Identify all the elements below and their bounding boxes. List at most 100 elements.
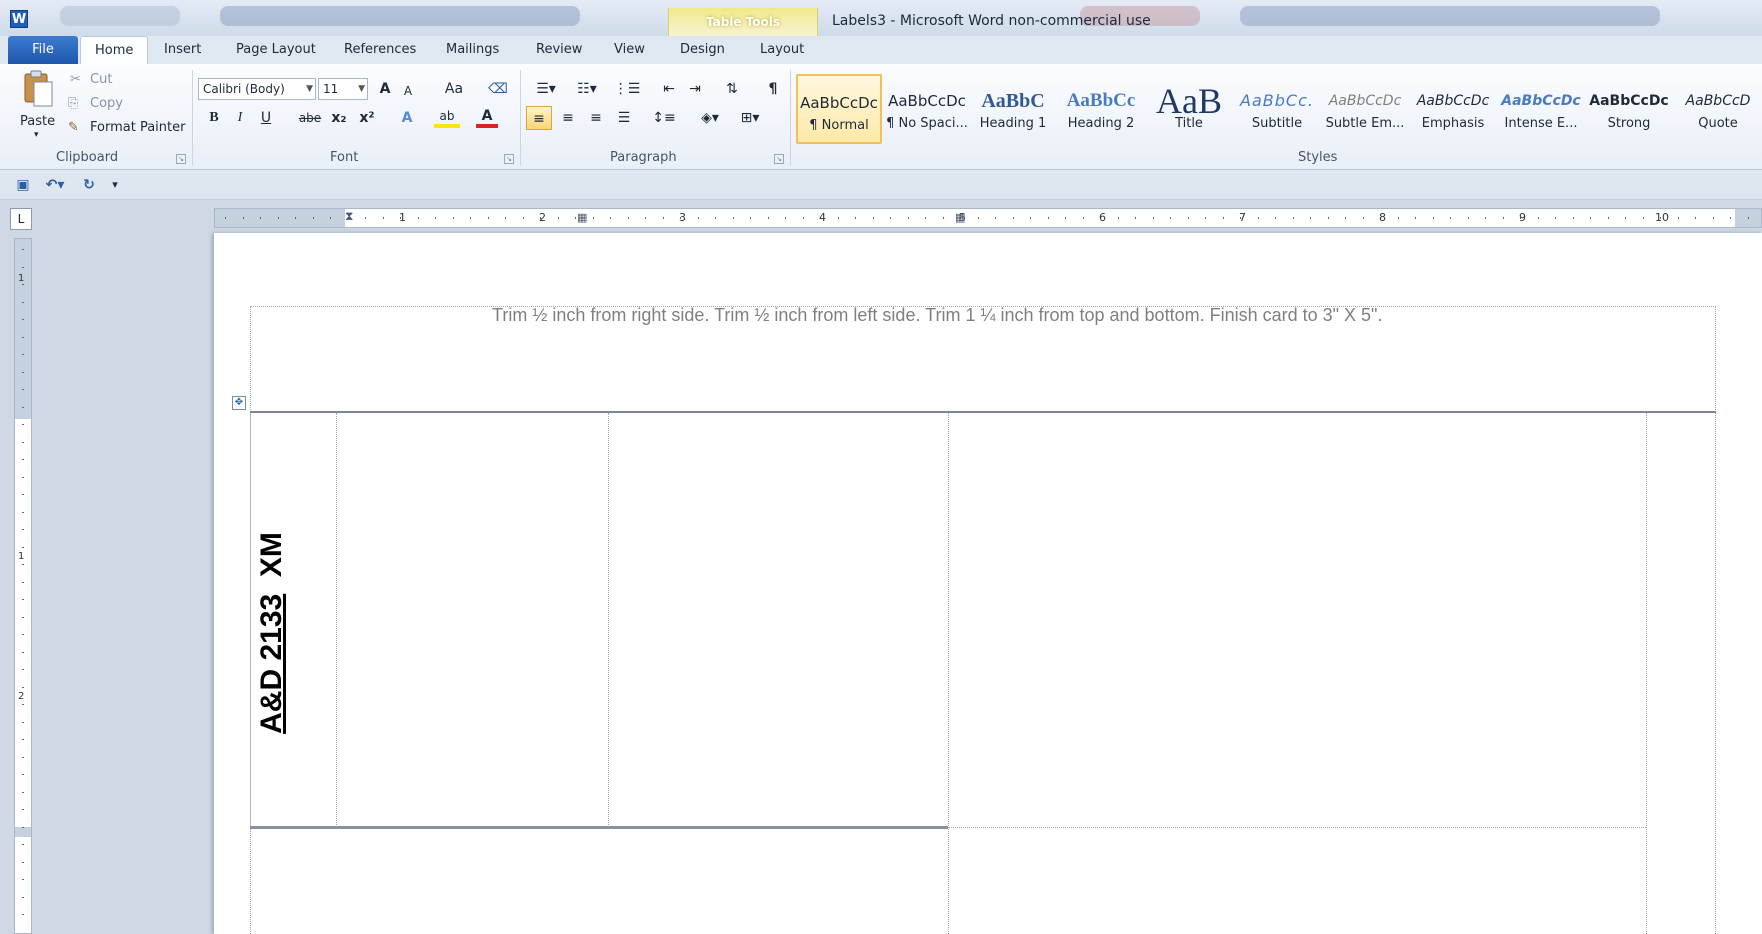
- show-formatting-button[interactable]: ¶: [762, 77, 784, 101]
- tab-insert[interactable]: Insert: [164, 36, 201, 64]
- table-column-marker-icon[interactable]: ▦: [577, 211, 587, 224]
- table-move-handle-icon[interactable]: ✥: [232, 396, 246, 410]
- tab-file[interactable]: File: [8, 36, 78, 64]
- ruler-tick: [1485, 217, 1486, 219]
- ruler-tick: [785, 217, 786, 219]
- grow-font-button[interactable]: A: [374, 77, 396, 101]
- superscript-button[interactable]: x²: [356, 106, 378, 130]
- ruler-tick: [22, 756, 24, 758]
- style-name: Subtitle: [1251, 116, 1303, 131]
- ruler-tick: [505, 217, 506, 219]
- tab-references[interactable]: References: [344, 36, 416, 64]
- increase-indent-icon[interactable]: ⇥: [684, 77, 706, 101]
- bullets-icon[interactable]: ☰▾: [530, 77, 562, 101]
- ruler-tick: [942, 217, 944, 219]
- save-icon[interactable]: ▣: [12, 173, 34, 197]
- strikethrough-button[interactable]: abe: [296, 106, 324, 130]
- vertical-ruler[interactable]: 1 1 2: [14, 238, 32, 934]
- style-intense-emphasis[interactable]: AaBbCcDc Intense E...: [1498, 74, 1584, 144]
- align-left-icon[interactable]: ≡: [526, 106, 552, 130]
- first-line-indent-marker-icon[interactable]: ⧗: [345, 209, 353, 224]
- ruler-tick: [1502, 217, 1504, 219]
- style-heading-2[interactable]: AaBbCc Heading 2: [1058, 74, 1144, 144]
- ruler-tick: [1555, 217, 1556, 219]
- line-spacing-icon[interactable]: ↕≡: [648, 106, 680, 130]
- tab-home[interactable]: Home: [80, 36, 149, 65]
- font-color-button[interactable]: A: [476, 104, 498, 128]
- ruler-tick: [22, 896, 24, 898]
- change-case-button[interactable]: Aa: [438, 77, 470, 101]
- paragraph-launcher-icon[interactable]: ↘: [774, 154, 784, 164]
- label-text[interactable]: A&D 2133 XM: [255, 532, 289, 734]
- tab-view[interactable]: View: [614, 36, 645, 64]
- align-right-icon[interactable]: ≡: [584, 106, 608, 130]
- document-page[interactable]: Trim ½ inch from right side. Trim ½ inch…: [214, 233, 1762, 934]
- ruler-tick: [22, 791, 24, 793]
- clear-formatting-icon[interactable]: ⌫: [486, 77, 510, 101]
- style-sample: AaBbCc.: [1240, 91, 1314, 110]
- style-strong[interactable]: AaBbCcDc Strong: [1586, 74, 1672, 144]
- style-quote[interactable]: AaBbCcD Quote: [1674, 74, 1762, 144]
- tab-page-layout[interactable]: Page Layout: [236, 36, 316, 64]
- style-title[interactable]: AaB Title: [1146, 74, 1232, 144]
- style-subtle-emphasis[interactable]: AaBbCcDc Subtle Em...: [1322, 74, 1408, 144]
- cut-button[interactable]: Cut: [90, 72, 112, 87]
- paste-dropdown-icon[interactable]: ▾: [34, 130, 39, 140]
- ruler-tick: [260, 217, 261, 219]
- redo-icon[interactable]: ↻: [78, 173, 100, 197]
- ruler-tick: [22, 406, 24, 408]
- trim-instructions[interactable]: Trim ½ inch from right side. Trim ½ inch…: [492, 305, 1382, 326]
- font-size-combo[interactable]: 11 ▼: [318, 78, 368, 100]
- title-bar: W Labels3 - Microsoft Word non-commercia…: [0, 0, 1762, 36]
- ruler-tick: [365, 217, 366, 219]
- bold-button[interactable]: B: [204, 106, 224, 130]
- ruler-left-margin: [215, 209, 345, 227]
- tab-mailings[interactable]: Mailings: [446, 36, 499, 64]
- align-center-icon[interactable]: ≡: [556, 106, 580, 130]
- shrink-font-button[interactable]: A: [398, 79, 418, 103]
- text-effects-button[interactable]: A: [396, 106, 418, 130]
- copy-button[interactable]: Copy: [90, 96, 123, 111]
- format-painter-button[interactable]: Format Painter: [90, 120, 185, 135]
- ruler-tick: [22, 686, 24, 688]
- justify-icon[interactable]: ☰: [612, 106, 636, 130]
- ruler-tick: [22, 371, 24, 373]
- highlight-button[interactable]: ab: [434, 104, 460, 128]
- tab-selector[interactable]: L: [10, 208, 32, 230]
- tab-design[interactable]: Design: [680, 36, 725, 64]
- tab-layout[interactable]: Layout: [760, 36, 804, 64]
- multilevel-list-icon[interactable]: ⋮☰: [610, 77, 644, 101]
- underline-button[interactable]: U: [256, 106, 276, 130]
- style-heading-1[interactable]: AaBbC Heading 1: [970, 74, 1056, 144]
- style-emphasis[interactable]: AaBbCcDc Emphasis: [1410, 74, 1496, 144]
- shading-icon[interactable]: ◈▾: [694, 106, 726, 130]
- style-subtitle[interactable]: AaBbCc. Subtitle: [1234, 74, 1320, 144]
- style-normal[interactable]: AaBbCcDc ¶ Normal: [796, 74, 882, 144]
- font-launcher-icon[interactable]: ↘: [504, 154, 514, 164]
- paste-icon[interactable]: [22, 70, 54, 108]
- table-column-marker-icon[interactable]: ▦: [955, 211, 965, 224]
- numbering-icon[interactable]: ☷▾: [570, 77, 604, 101]
- decrease-indent-icon[interactable]: ⇤: [658, 77, 680, 101]
- ruler-tick: [627, 217, 629, 219]
- ruler-tick: [1397, 217, 1399, 219]
- word-app-icon[interactable]: W: [10, 10, 28, 28]
- ruler-tick: [22, 529, 24, 530]
- style-no-spacing[interactable]: AaBbCcDc ¶ No Spaci...: [884, 74, 970, 144]
- undo-icon[interactable]: ↶▾: [40, 173, 70, 197]
- sort-icon[interactable]: ⇅: [720, 77, 744, 101]
- tab-review[interactable]: Review: [536, 36, 582, 64]
- italic-button[interactable]: I: [230, 106, 250, 130]
- horizontal-ruler[interactable]: 1 2 3 4 5 6 7 8 9 10 ⧗ ▦ ▦: [214, 208, 1762, 228]
- customize-qat-icon[interactable]: ▾: [106, 173, 124, 197]
- ruler-tick: [225, 217, 226, 219]
- subscript-button[interactable]: x₂: [328, 106, 350, 130]
- borders-icon[interactable]: ⊞▾: [734, 106, 766, 130]
- chevron-down-icon: ▼: [306, 84, 313, 94]
- font-name-combo[interactable]: Calibri (Body) ▼: [198, 78, 316, 100]
- ruler-tick: [22, 564, 24, 565]
- ruler-tick: [470, 217, 471, 219]
- clipboard-launcher-icon[interactable]: ↘: [176, 154, 186, 164]
- paste-button[interactable]: Paste: [20, 114, 55, 129]
- ruler-tick: [1082, 217, 1084, 219]
